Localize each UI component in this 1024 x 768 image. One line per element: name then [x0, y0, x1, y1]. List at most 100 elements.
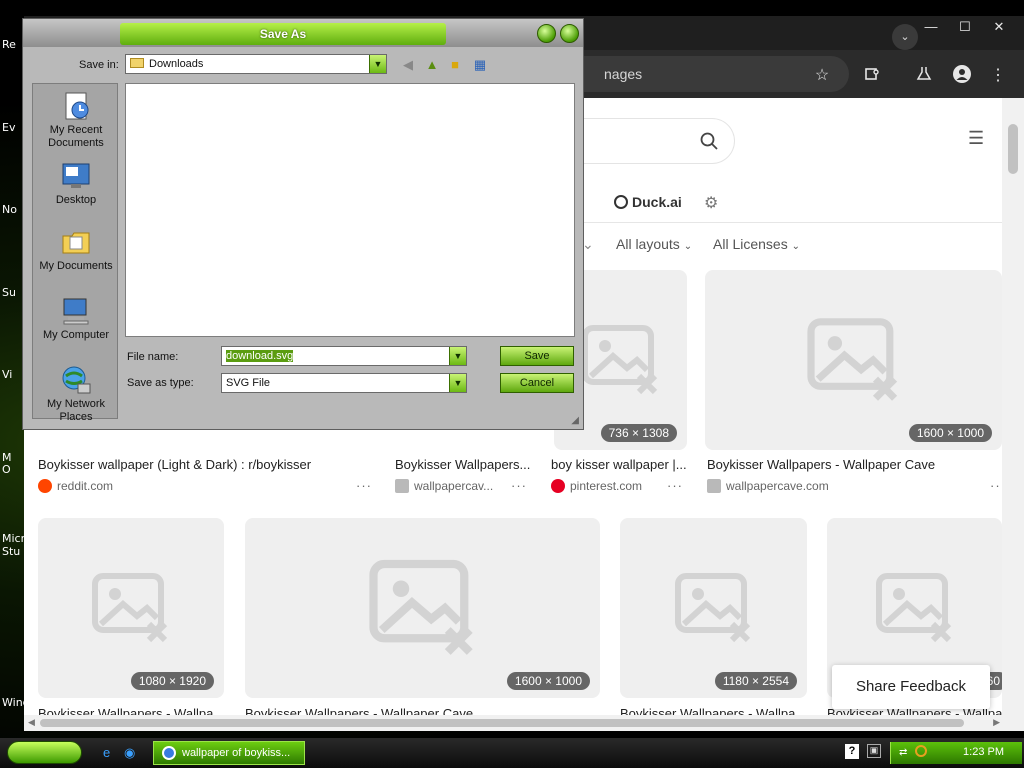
- extensions-icon[interactable]: [862, 65, 882, 86]
- network-icon[interactable]: ▣: [867, 744, 881, 758]
- share-feedback-button[interactable]: Share Feedback: [832, 665, 990, 709]
- reddit-icon: [38, 479, 52, 493]
- place-label: My Computer: [42, 329, 110, 341]
- my-documents-icon: [62, 232, 90, 254]
- menu-icon[interactable]: ⋮: [988, 65, 1008, 85]
- help-button[interactable]: [537, 24, 556, 43]
- result-thumbnail[interactable]: 1180 × 2554: [620, 518, 807, 698]
- pinterest-icon: [551, 479, 565, 493]
- back-icon[interactable]: ◀: [399, 57, 417, 73]
- save-in-dropdown[interactable]: Downloads ▼: [125, 54, 387, 74]
- place-label: My Recent Documents: [48, 124, 104, 149]
- result-source[interactable]: reddit.com: [38, 479, 198, 493]
- address-bar-text: nages: [604, 66, 643, 82]
- place-label: Desktop: [55, 194, 97, 206]
- desktop-icon-label[interactable]: O: [2, 463, 26, 476]
- clock[interactable]: 1:23 PM: [963, 746, 1004, 758]
- save-as-type-value: SVG File: [226, 377, 271, 389]
- result-thumbnail[interactable]: 1600 × 1000: [705, 270, 1002, 450]
- search-icon[interactable]: [700, 132, 718, 150]
- result-title[interactable]: Boykisser Wallpapers - Wallpaper Cave: [707, 457, 997, 472]
- result-title[interactable]: boy kisser wallpaper |...: [551, 457, 691, 472]
- broken-image-icon: [581, 325, 657, 395]
- horizontal-scrollbar[interactable]: ◀ ▶: [24, 715, 1024, 731]
- source-label: reddit.com: [57, 479, 114, 493]
- file-name-field[interactable]: download.svg ▼: [221, 346, 467, 366]
- desktop-icon-label[interactable]: Wind: [2, 696, 26, 709]
- chrome-icon[interactable]: ◉: [124, 745, 135, 761]
- hamburger-menu-icon[interactable]: ☰: [968, 128, 984, 149]
- resize-grip-icon[interactable]: ◢: [571, 415, 579, 426]
- chevron-down-icon[interactable]: ▼: [449, 347, 466, 365]
- source-label: wallpapercav...: [414, 479, 494, 493]
- filter-label: All Licenses: [713, 236, 788, 252]
- more-options-button[interactable]: ···: [667, 478, 683, 493]
- duck-ai-link[interactable]: Duck.ai: [614, 194, 682, 210]
- cancel-button[interactable]: Cancel: [500, 373, 574, 393]
- chevron-down-icon: ⌄: [791, 241, 800, 252]
- vertical-scrollbar[interactable]: [1002, 98, 1024, 715]
- system-tray: ⇄ 1:23 PM: [890, 742, 1022, 764]
- result-title[interactable]: Boykisser Wallpapers - Wallpa...: [38, 706, 228, 715]
- gear-icon[interactable]: ⚙: [704, 193, 718, 213]
- result-source[interactable]: pinterest.com: [551, 479, 666, 493]
- star-icon[interactable]: ☆: [812, 65, 832, 85]
- result-title[interactable]: Boykisser Wallpapers - Wallpa...: [620, 706, 810, 715]
- labs-icon[interactable]: [914, 65, 934, 86]
- maximize-button[interactable]: ☐: [950, 18, 980, 36]
- desktop-icon-label[interactable]: Stu: [2, 545, 26, 558]
- search-icon[interactable]: [915, 745, 927, 757]
- help-icon[interactable]: ?: [845, 744, 859, 759]
- desktop-icon-label[interactable]: Micro: [2, 532, 26, 545]
- result-thumbnail[interactable]: 1600 × 1000: [245, 518, 600, 698]
- scroll-right-arrow[interactable]: ▶: [993, 717, 1000, 728]
- edge-icon[interactable]: e: [103, 745, 110, 760]
- source-label: wallpapercave.com: [726, 479, 829, 493]
- close-button[interactable]: ✕: [984, 18, 1014, 36]
- more-options-button[interactable]: ···: [511, 478, 527, 493]
- place-my-documents[interactable]: My Documents: [33, 226, 119, 273]
- result-title[interactable]: Boykisser wallpaper (Light & Dark) : r/b…: [38, 457, 378, 472]
- result-source[interactable]: wallpapercave.com: [707, 479, 887, 493]
- profile-icon[interactable]: [952, 65, 972, 88]
- start-button[interactable]: [7, 741, 82, 764]
- more-options-button[interactable]: ···: [990, 478, 1002, 493]
- result-title[interactable]: Boykisser Wallpapers - Wallpaper Cave: [245, 706, 595, 715]
- view-menu-icon[interactable]: ▦: [471, 57, 489, 73]
- broken-image-icon: [875, 573, 951, 643]
- result-source[interactable]: wallpapercav...: [395, 479, 510, 493]
- dimension-badge: 1180 × 2554: [714, 672, 797, 690]
- place-my-network-places[interactable]: My Network Places: [33, 364, 119, 424]
- chevron-down-icon[interactable]: ▼: [449, 374, 466, 392]
- dialog-titlebar[interactable]: Save As: [23, 19, 583, 47]
- chevron-down-icon[interactable]: ▼: [369, 55, 386, 73]
- folder-icon: [130, 58, 144, 68]
- scrollbar-thumb[interactable]: [1008, 124, 1018, 174]
- taskbar-item-browser[interactable]: wallpaper of boykiss...: [153, 741, 305, 765]
- file-list[interactable]: [125, 83, 575, 337]
- new-folder-icon[interactable]: ■: [446, 57, 464, 72]
- up-folder-icon[interactable]: ▲: [423, 57, 441, 72]
- minimize-button[interactable]: —: [916, 18, 946, 36]
- scrollbar-thumb[interactable]: [40, 719, 964, 727]
- save-as-type-dropdown[interactable]: SVG File ▼: [221, 373, 467, 393]
- filter-label: All layouts: [616, 236, 680, 252]
- place-my-recent-documents[interactable]: My Recent Documents: [33, 90, 119, 150]
- tab-search-button[interactable]: ⌄: [892, 24, 918, 50]
- window-controls: — ☐ ✕: [916, 18, 1014, 36]
- filter-layouts[interactable]: All layouts ⌄: [616, 236, 692, 252]
- scroll-left-arrow[interactable]: ◀: [28, 717, 35, 728]
- filter-licenses[interactable]: All Licenses ⌄: [713, 236, 800, 252]
- address-bar[interactable]: nages: [564, 56, 849, 92]
- place-my-computer[interactable]: My Computer: [33, 295, 119, 342]
- place-desktop[interactable]: Desktop: [33, 160, 119, 207]
- dimension-badge: 1600 × 1000: [908, 424, 992, 442]
- more-options-button[interactable]: ···: [356, 478, 372, 493]
- chat-bubble-icon: [614, 195, 628, 209]
- result-title[interactable]: Boykisser Wallpapers...: [395, 457, 535, 472]
- tray-icon[interactable]: ⇄: [899, 747, 907, 758]
- result-thumbnail[interactable]: 1080 × 1920: [38, 518, 224, 698]
- close-button[interactable]: [560, 24, 579, 43]
- place-label: My Documents: [39, 260, 113, 272]
- save-button[interactable]: Save: [500, 346, 574, 366]
